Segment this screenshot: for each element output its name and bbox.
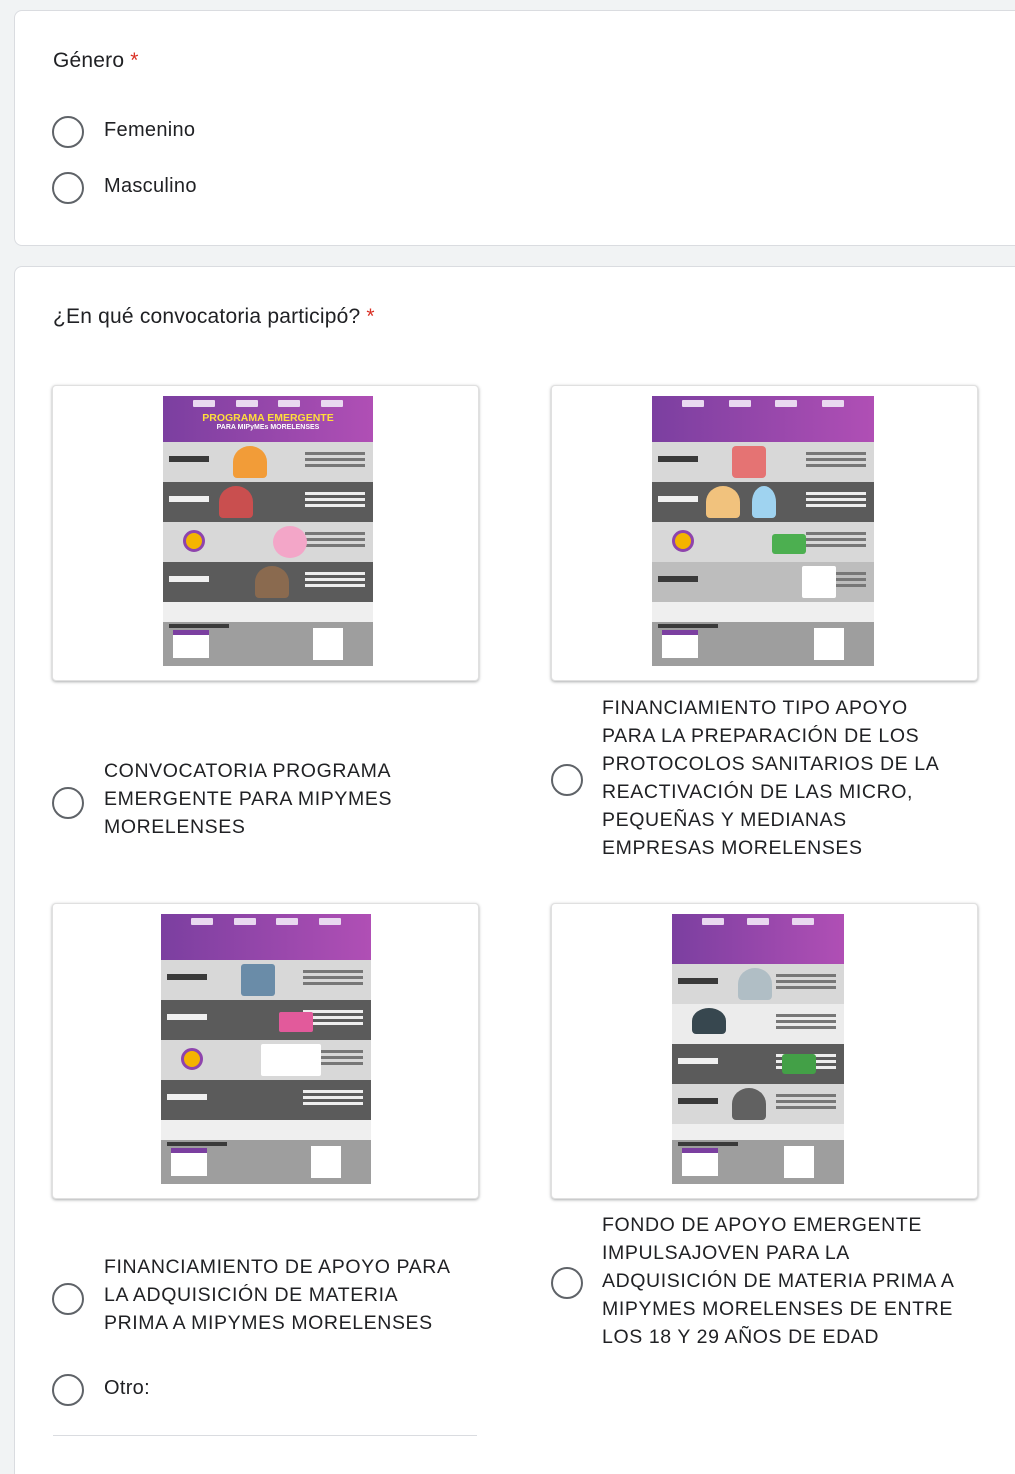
radio-option-4[interactable] xyxy=(551,1267,583,1299)
option-image-materia-prima[interactable] xyxy=(52,903,479,1199)
radio-option-1[interactable] xyxy=(52,787,84,819)
option-image-impulsajoven[interactable] xyxy=(551,903,978,1199)
question-title-text: Género xyxy=(53,49,125,72)
option-line: MIPYMES MORELENSES DE ENTRE xyxy=(602,1298,954,1320)
infographic-poster xyxy=(161,914,371,1184)
option-label-masculino[interactable]: Masculino xyxy=(104,175,197,198)
option-image-programa-emergente[interactable]: PROGRAMA EMERGENTE PARA MIPyMEs MORELENSE… xyxy=(52,385,479,681)
option-line: PARA LA PREPARACIÓN DE LOS xyxy=(602,725,920,747)
infographic-poster: PROGRAMA EMERGENTE PARA MIPyMEs MORELENSE… xyxy=(163,396,373,666)
option-line: EMPRESAS MORELENSES xyxy=(602,837,863,859)
question-title-genero: Género * xyxy=(53,49,139,73)
option-line: FINANCIAMIENTO DE APOYO PARA xyxy=(104,1256,451,1278)
option-line: MORELENSES xyxy=(104,816,246,838)
poster-title: PROGRAMA EMERGENTE xyxy=(202,412,334,424)
option-line: LA ADQUISICIÓN DE MATERIA xyxy=(104,1284,399,1306)
option-image-protocolos-sanitarios[interactable] xyxy=(551,385,978,681)
radio-femenino[interactable] xyxy=(52,116,84,148)
question-card-convocatoria: ¿En qué convocatoria participó? * PROGRAM… xyxy=(14,266,1015,1474)
option-line: EMERGENTE PARA MIPYMES xyxy=(104,788,393,810)
option-line: ADQUISICIÓN DE MATERIA PRIMA A xyxy=(602,1270,955,1292)
option-label-1[interactable]: CONVOCATORIA PROGRAMA EMERGENTE PARA MIP… xyxy=(104,757,392,841)
option-label-femenino[interactable]: Femenino xyxy=(104,119,195,142)
option-label-2[interactable]: FINANCIAMIENTO TIPO APOYO PARA LA PREPAR… xyxy=(602,694,939,862)
option-label-3[interactable]: FINANCIAMIENTO DE APOYO PARA LA ADQUISIC… xyxy=(104,1253,451,1337)
infographic-poster xyxy=(672,914,844,1184)
option-line: REACTIVACIÓN DE LAS MICRO, xyxy=(602,781,914,803)
question-card-genero: Género * Femenino Masculino xyxy=(14,10,1015,246)
otro-text-input[interactable] xyxy=(53,1435,477,1436)
option-line: FINANCIAMIENTO TIPO APOYO xyxy=(602,697,908,719)
infographic-poster xyxy=(652,396,874,666)
radio-otro[interactable] xyxy=(52,1374,84,1406)
question-title-text: ¿En qué convocatoria participó? xyxy=(53,305,361,328)
question-title-convocatoria: ¿En qué convocatoria participó? * xyxy=(53,305,375,329)
option-label-4[interactable]: FONDO DE APOYO EMERGENTE IMPULSAJOVEN PA… xyxy=(602,1211,954,1351)
option-line: FONDO DE APOYO EMERGENTE xyxy=(602,1214,922,1236)
option-line: PEQUEÑAS Y MEDIANAS xyxy=(602,809,847,831)
radio-option-3[interactable] xyxy=(52,1283,84,1315)
poster-subtitle: PARA MIPyMEs MORELENSES xyxy=(216,424,320,431)
option-line: LOS 18 Y 29 AÑOS DE EDAD xyxy=(602,1326,880,1348)
radio-masculino[interactable] xyxy=(52,172,84,204)
option-label-otro[interactable]: Otro: xyxy=(104,1377,150,1400)
option-line: PROTOCOLOS SANITARIOS DE LA xyxy=(602,753,940,775)
radio-option-2[interactable] xyxy=(551,764,583,796)
required-asterisk: * xyxy=(130,49,139,72)
option-line: CONVOCATORIA PROGRAMA xyxy=(104,760,392,782)
required-asterisk: * xyxy=(366,305,375,328)
option-line: PRIMA A MIPYMES MORELENSES xyxy=(104,1312,433,1334)
option-line: IMPULSAJOVEN PARA LA xyxy=(602,1242,850,1264)
